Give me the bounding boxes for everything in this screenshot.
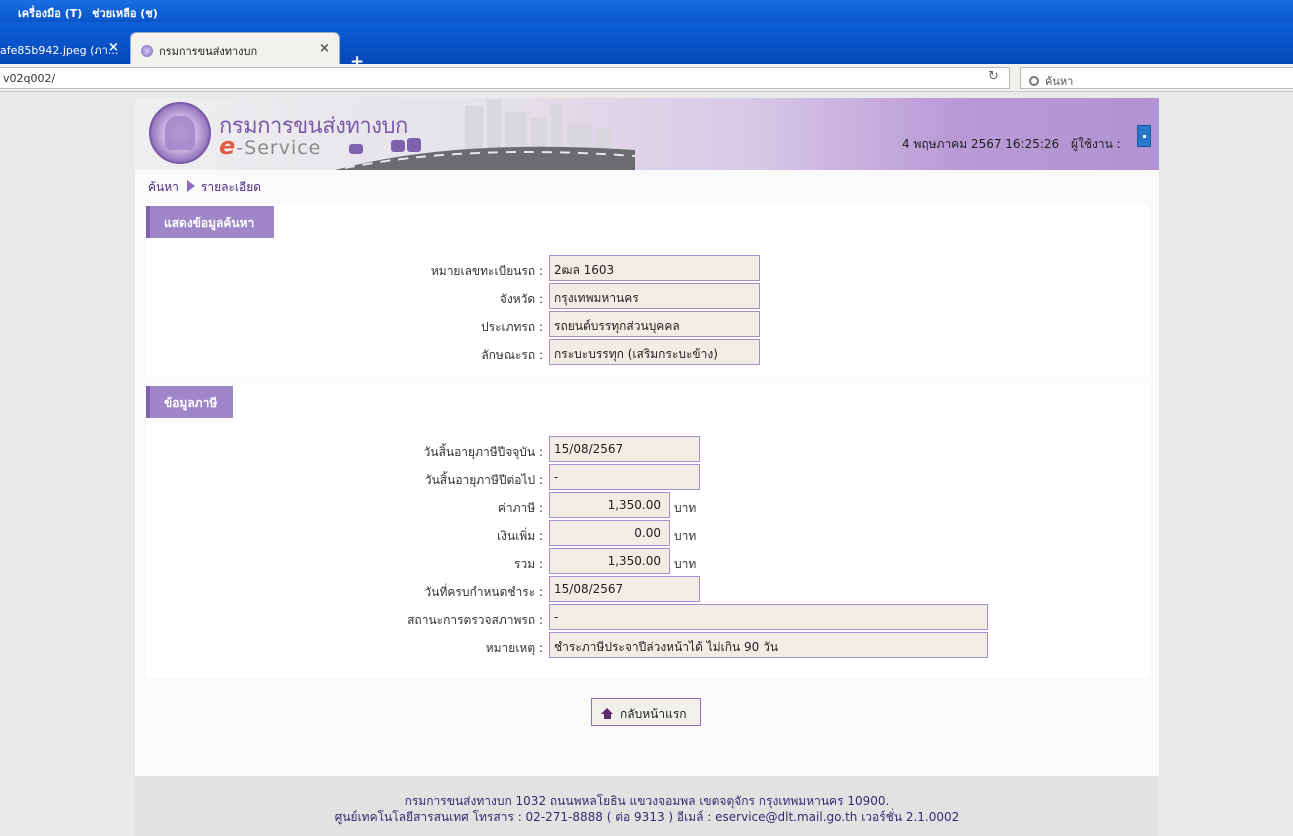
close-icon[interactable]: × <box>108 40 119 55</box>
tab-title: กรมการขนส่งทางบก <box>159 45 258 58</box>
page-container: กรมการขนส่งทางบก e-Service 4 พฤษภาคม 256… <box>135 98 1159 836</box>
browser-tab-active[interactable]: กรมการขนส่งทางบก × <box>130 32 340 64</box>
expiry-current-field: 15/08/2567 <box>549 436 700 462</box>
breadcrumb: ค้นหา รายละเอียด <box>148 178 261 197</box>
total-unit: บาท <box>674 557 697 571</box>
expiry-current-label: วันสิ้นอายุภาษีปีจจุบัน : <box>423 445 543 459</box>
eservice-logo: e-Service <box>219 132 321 160</box>
back-home-button[interactable]: กลับหน้าแรก <box>591 698 701 726</box>
surcharge-field: 0.00 <box>549 520 670 546</box>
address-bar[interactable]: v02q002/ <box>0 67 1010 89</box>
total-label: รวม : <box>514 557 543 571</box>
surcharge-label: เงินเพิ่ม : <box>497 529 543 543</box>
vehicle-style-label: ลักษณะรถ : <box>481 348 543 362</box>
expiry-next-label: วันสิ้นอายุภาษีปีต่อไป : <box>424 473 543 487</box>
plate-field: 2ฒล 1603 <box>549 255 760 281</box>
vehicle-type-label: ประเภทรถ : <box>481 320 543 334</box>
eservice-text: -Service <box>236 137 322 159</box>
tax-info-heading: ข้อมูลภาษี <box>146 386 233 418</box>
footer: กรมการขนส่งทางบก 1032 ถนนพหลโยธิน แขวงจอ… <box>135 776 1159 836</box>
header-banner: กรมการขนส่งทางบก e-Service 4 พฤษภาคม 256… <box>135 98 1159 170</box>
breadcrumb-detail: รายละเอียด <box>200 180 262 194</box>
province-label: จังหวัด : <box>499 292 543 306</box>
total-field: 1,350.00 <box>549 548 670 574</box>
menu-help[interactable]: ช่วยเหลือ (ช) <box>92 4 158 22</box>
breadcrumb-search-link[interactable]: ค้นหา <box>148 180 179 194</box>
close-icon[interactable]: × <box>319 41 330 56</box>
remark-field: ชำระภาษีประจาปีล่วงหน้าได้ ไม่เกิน 90 วั… <box>549 632 988 658</box>
surcharge-unit: บาท <box>674 529 697 543</box>
logout-door-icon[interactable] <box>1137 125 1151 147</box>
browser-search-input[interactable]: ค้นหา <box>1020 67 1293 89</box>
due-date-label: วันที่ครบกำหนดชำระ : <box>424 585 543 599</box>
inspection-status-field: - <box>549 604 988 630</box>
search-icon <box>1029 76 1039 86</box>
menu-tools[interactable]: เครื่องมือ (T) <box>18 4 82 22</box>
breadcrumb-arrow-icon <box>186 180 195 192</box>
search-placeholder: ค้นหา <box>1045 75 1074 88</box>
province-field: กรุงเทพมหานคร <box>549 283 760 309</box>
footer-contact: ศูนย์เทคโนโลยีสารสนเทศ โทรสาร : 02-271-8… <box>334 810 960 824</box>
vehicle-style-field: กระบะบรรทุก (เสริมกระบะข้าง) <box>549 339 760 365</box>
browser-tabstrip: afe85b942.jpeg (ภา... × กรมการขนส่งทางบก… <box>0 22 1293 72</box>
tab-title: afe85b942.jpeg (ภา... <box>0 44 119 57</box>
tax-unit: บาท <box>674 501 697 515</box>
eservice-e: e <box>219 132 237 160</box>
search-info-heading: แสดงข้อมูลค้นหา <box>146 206 274 238</box>
due-date-field: 15/08/2567 <box>549 576 700 602</box>
current-datetime: 4 พฤษภาคม 2567 16:25:26 <box>902 137 1060 151</box>
browser-tab-image[interactable]: afe85b942.jpeg (ภา... × <box>0 32 130 64</box>
browser-menubar: เครื่องมือ (T) ช่วยเหลือ (ช) <box>0 0 1293 22</box>
back-home-label: กลับหน้าแรก <box>620 707 687 721</box>
tax-amount-label: ค่าภาษี : <box>497 501 543 515</box>
vehicle-type-field: รถยนต์บรรทุกส่วนบุคคล <box>549 311 760 337</box>
home-icon <box>601 708 614 719</box>
expiry-next-field: - <box>549 464 700 490</box>
reload-icon[interactable]: ↻ <box>988 69 999 84</box>
tax-amount-field: 1,350.00 <box>549 492 670 518</box>
user-label: ผู้ใช้งาน : <box>1071 137 1121 151</box>
inspection-status-label: สถานะการตรวจสภาพรถ : <box>407 613 543 627</box>
site-favicon-icon <box>141 45 153 57</box>
department-seal-logo <box>149 102 211 164</box>
remark-label: หมายเหตุ : <box>485 641 543 655</box>
plate-label: หมายเลขทะเบียนรถ : <box>430 264 543 278</box>
browser-navbar: v02q002/ ↻ ค้นหา <box>0 64 1293 92</box>
